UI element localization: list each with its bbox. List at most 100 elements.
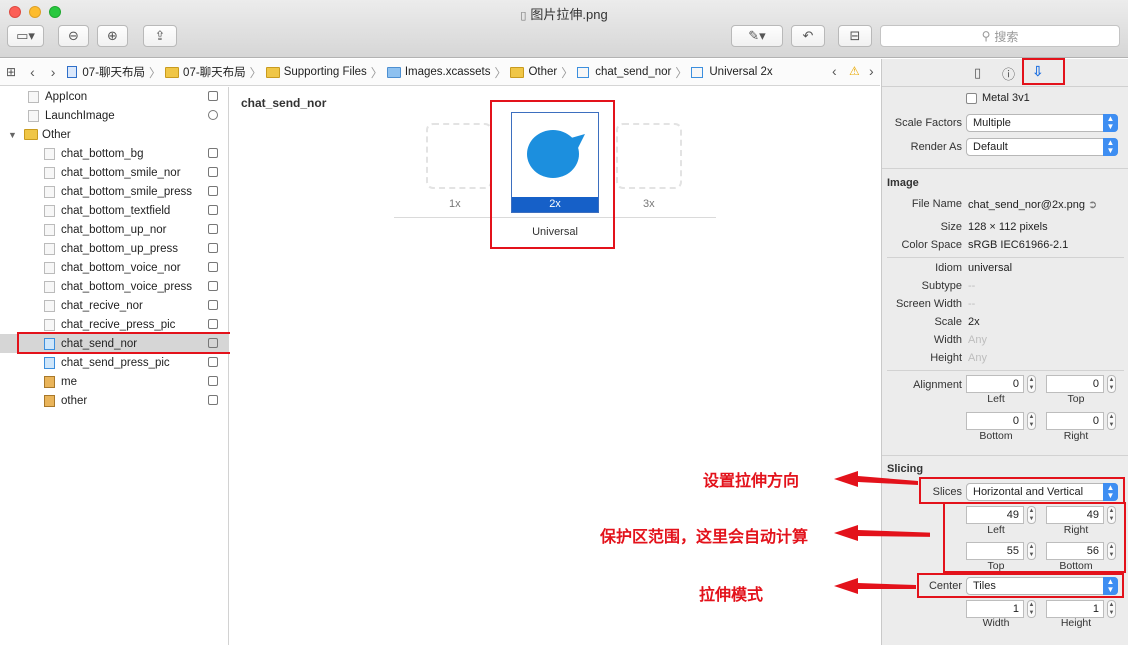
zoom-out-button[interactable]: ⊖ — [58, 25, 89, 47]
list-item-label: other — [61, 394, 88, 407]
center-height-stepper[interactable]: ▲ ▼ — [1107, 600, 1116, 618]
breadcrumb: 07-聊天布局 〉 07-聊天布局 〉 Supporting Files 〉 I… — [67, 64, 773, 81]
inspector-tab-bar: ▯ ⓘ ⇩ — [882, 58, 1128, 87]
rotate-button[interactable]: ↶ — [791, 25, 825, 47]
scale-factors-label: Scale Factors — [894, 117, 962, 129]
list-item[interactable]: chat_bottom_up_nor — [0, 220, 229, 239]
alignment-bottom-stepper[interactable]: ▲ ▼ — [1027, 412, 1036, 430]
image-set-icon — [44, 242, 55, 255]
share-icon: ⇪ — [154, 28, 166, 43]
center-width-field[interactable]: 1 — [966, 600, 1024, 618]
image-set-icon — [44, 356, 55, 369]
help-icon[interactable]: ⓘ — [1002, 64, 1015, 83]
list-item-label: chat_bottom_smile_nor — [61, 166, 181, 179]
zoom-in-button[interactable]: ⊕ — [97, 25, 128, 47]
screen-width-label: Screen Width — [895, 298, 962, 310]
center-height-field[interactable]: 1 — [1046, 600, 1104, 618]
alignment-left-caption: Left — [987, 393, 1005, 405]
scale-label: Scale — [934, 316, 962, 328]
list-item[interactable]: LaunchImage — [0, 106, 229, 125]
layout-menu-button[interactable]: ▭▾ — [7, 25, 44, 47]
breadcrumb-item-supporting-files[interactable]: Supporting Files — [284, 66, 367, 78]
list-item-label: chat_bottom_textfield — [61, 204, 171, 217]
image-set-icon — [44, 318, 55, 331]
alignment-right-field[interactable]: 0 — [1046, 412, 1104, 430]
slot-1x[interactable] — [426, 123, 492, 189]
slot-indicator-icon — [208, 300, 218, 310]
slot-indicator-icon — [208, 243, 218, 253]
alignment-top-stepper[interactable]: ▲ ▼ — [1107, 375, 1116, 393]
list-item[interactable]: chat_bottom_voice_press — [0, 277, 229, 296]
image-set-editor: chat_send_nor 1x 2x 3x Universal — [230, 87, 880, 645]
toolbox-icon: ⊟ — [849, 28, 861, 43]
list-item[interactable]: me — [0, 372, 229, 391]
reveal-arrow-icon[interactable]: ➲ — [1088, 199, 1097, 211]
markup-button[interactable]: ✎▾ — [731, 25, 783, 47]
list-item[interactable]: chat_bottom_textfield — [0, 201, 229, 220]
list-item[interactable]: chat_send_press_pic — [0, 353, 229, 372]
file-inspector-icon[interactable]: ▯ — [974, 65, 981, 81]
subtype-label: Subtype — [921, 280, 962, 292]
list-item-label: chat_recive_nor — [61, 299, 143, 312]
list-item[interactable]: chat_bottom_up_press — [0, 239, 229, 258]
search-field[interactable]: ⚲ 搜索 — [880, 25, 1120, 47]
forward-arrow-icon[interactable]: › — [51, 64, 56, 80]
list-item[interactable]: chat_recive_nor — [0, 296, 229, 315]
list-item[interactable]: chat_bottom_smile_press — [0, 182, 229, 201]
slot-indicator-icon — [208, 376, 218, 386]
list-item[interactable]: AppIcon — [0, 87, 229, 106]
alignment-left-field[interactable]: 0 — [966, 375, 1024, 393]
size-label: Size — [940, 221, 962, 233]
render-as-popup[interactable]: Default ▲ ▼ — [966, 138, 1118, 156]
alignment-right-stepper[interactable]: ▲ ▼ — [1107, 412, 1116, 430]
file-name-row: chat_send_nor@2x.png ➲ — [968, 198, 1097, 211]
annotation-highlight-center — [917, 573, 1124, 598]
breadcrumb-item-other[interactable]: Other — [528, 66, 557, 78]
warning-icon[interactable]: ⚠ — [849, 64, 860, 78]
height-value: Any — [968, 352, 987, 364]
alignment-top-field[interactable]: 0 — [1046, 375, 1104, 393]
toolbox-button[interactable]: ⊟ — [838, 25, 872, 47]
metal-checkbox[interactable] — [966, 93, 977, 104]
list-item[interactable]: chat_bottom_bg — [0, 144, 229, 163]
list-item[interactable]: chat_bottom_voice_nor — [0, 258, 229, 277]
color-space-value: sRGB IEC61966-2.1 — [968, 239, 1069, 251]
share-button[interactable]: ⇪ — [143, 25, 177, 47]
arrow-center-icon — [834, 578, 916, 594]
list-item-folder[interactable]: ▼ Other — [0, 125, 229, 144]
breadcrumb-item-universal-2x[interactable]: Universal 2x — [709, 66, 772, 78]
subtype-value: -- — [968, 280, 976, 292]
list-item[interactable]: chat_bottom_smile_nor — [0, 163, 229, 182]
breadcrumb-item-project[interactable]: 07-聊天布局 — [82, 64, 145, 80]
alignment-left-stepper[interactable]: ▲ ▼ — [1027, 375, 1036, 393]
render-as-label: Render As — [910, 141, 962, 153]
scale-factors-popup[interactable]: Multiple ▲ ▼ — [966, 114, 1118, 132]
render-as-value: Default — [973, 141, 1008, 153]
breadcrumb-item-image-set[interactable]: chat_send_nor — [595, 66, 671, 78]
list-item[interactable]: chat_send_nor — [0, 332, 234, 354]
annotation-insets-text: 保护区范围，这里会自动计算 — [600, 529, 809, 546]
clock-icon — [208, 110, 218, 120]
rotate-icon: ↶ — [802, 28, 814, 43]
next-issue-icon[interactable]: › — [869, 63, 874, 79]
alignment-bottom-field[interactable]: 0 — [966, 412, 1024, 430]
slot-indicator-icon — [208, 395, 218, 405]
annotation-slices-text: 设置拉伸方向 — [703, 473, 800, 490]
slot-3x[interactable] — [616, 123, 682, 189]
disclosure-triangle-icon[interactable]: ▼ — [8, 130, 24, 140]
image-set-icon — [44, 280, 55, 293]
image-set-icon — [44, 394, 55, 407]
center-width-stepper[interactable]: ▲ ▼ — [1027, 600, 1036, 618]
idiom-value: universal — [968, 262, 1013, 274]
annotation-arrows — [834, 471, 930, 594]
breadcrumb-item-xcassets[interactable]: Images.xcassets — [405, 66, 491, 78]
previous-issue-icon[interactable]: ‹ — [832, 63, 837, 79]
breadcrumb-item-group[interactable]: 07-聊天布局 — [183, 64, 246, 80]
list-item[interactable]: other — [0, 391, 229, 410]
image-set-icon — [44, 147, 55, 160]
image-set-icon — [44, 185, 55, 198]
slot-indicator-icon — [208, 205, 218, 215]
back-arrow-icon[interactable]: ‹ — [30, 64, 35, 80]
annotation-highlight-2x — [490, 100, 615, 249]
grid-icon[interactable]: ⊞ — [6, 65, 16, 79]
